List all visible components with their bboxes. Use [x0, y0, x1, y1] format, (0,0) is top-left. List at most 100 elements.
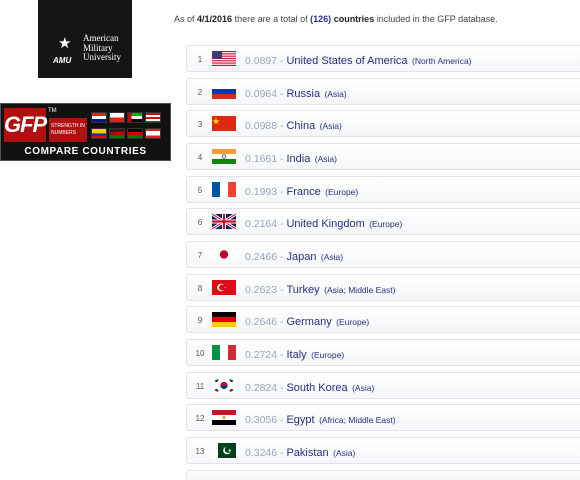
region-link[interactable]: (Europe): [311, 350, 344, 360]
gfp-tagline: STRENGTH IN NUMBERS: [49, 118, 87, 142]
star-icon: ★: [58, 35, 72, 52]
ranking-text: 0.0988 - China (Asia): [245, 111, 342, 140]
ranking-text: 0.1661 - India (Asia): [245, 144, 337, 173]
ranking-row[interactable]: 3 0.0988 - China (Asia): [186, 110, 580, 140]
summary-middle: there are a total of: [234, 14, 308, 24]
gfp-compare-countries-banner[interactable]: GFP TM STRENGTH IN NUMBERS COMPARE COUNT…: [0, 103, 171, 161]
region-link[interactable]: (Asia): [333, 448, 355, 458]
ranking-row[interactable]: 13 0.3246 - Pakistan (Asia): [186, 436, 580, 467]
summary-countries-word: countries: [333, 14, 375, 24]
region-link[interactable]: (North America): [412, 56, 472, 66]
country-link[interactable]: Japan: [286, 251, 316, 263]
gfp-banner-text: COMPARE COUNTRIES: [24, 146, 147, 157]
country-ranking-list: 1 0.0897 - United States of America (Nort…: [186, 45, 580, 480]
country-link[interactable]: Egypt: [286, 414, 314, 426]
region-link[interactable]: (Asia; Middle East): [324, 285, 395, 295]
region-link[interactable]: (Asia): [352, 383, 374, 393]
ranking-row[interactable]: 12 0.3056 - Egypt (Africa; Middle East): [186, 404, 580, 434]
flag-germany-icon: [212, 312, 236, 328]
rank-number: 5: [197, 185, 203, 195]
ranking-text: 0.3056 - Egypt (Africa; Middle East): [245, 405, 396, 434]
ranking-row[interactable]: 8 0.2623 - Turkey (Asia; Middle East): [186, 273, 580, 304]
ranking-text: 0.2623 - Turkey (Asia; Middle East): [245, 275, 395, 304]
rank-number: 12: [195, 414, 205, 424]
ranking-text: 0.1993 - France (Europe): [245, 177, 358, 206]
flag-japan-icon: [212, 246, 236, 262]
rank-number: 9: [197, 316, 203, 326]
ranking-row[interactable]: 1 0.0897 - United States of America (Nort…: [186, 45, 580, 72]
summary-count: (126): [310, 14, 332, 24]
region-link[interactable]: (Europe): [336, 317, 369, 327]
region-link[interactable]: (Asia): [325, 89, 347, 99]
rank-number: 7: [197, 250, 203, 260]
ranking-row[interactable]: 7 0.2466 - Japan (Asia): [186, 240, 580, 271]
flag-uk-icon: [212, 214, 236, 230]
rank-number: 2: [197, 87, 203, 97]
gfp-tagline-line: NUMBERS: [51, 130, 77, 136]
ranking-text: 0.2164 - United Kingdom (Europe): [245, 209, 402, 238]
flag-south-korea-icon: [212, 377, 236, 393]
ranking-row[interactable]: 10 0.2724 - Italy (Europe): [186, 338, 580, 366]
mini-flag-icon: [145, 128, 161, 139]
flag-turkey-icon: [212, 279, 236, 295]
ranking-text: 0.2466 - Japan (Asia): [245, 242, 343, 271]
mini-flag-icon: [145, 112, 161, 123]
ranking-row[interactable]: 4 0.1661 - India (Asia): [186, 142, 580, 173]
power-index-score: 0.2724: [245, 348, 278, 361]
ranking-row[interactable]: 5 0.1993 - France (Europe): [186, 175, 580, 206]
region-link[interactable]: (Europe): [325, 187, 358, 197]
amu-ad-banner[interactable]: ★ American Military University AMU: [38, 0, 132, 78]
flag-india-icon: [212, 148, 236, 164]
summary-prefix: As of: [174, 14, 195, 24]
ranking-row[interactable]: 2 0.0964 - Russia (Asia): [186, 77, 580, 108]
power-index-score: 0.2646: [245, 316, 278, 329]
country-link[interactable]: Germany: [286, 316, 331, 328]
mini-flag-icon: [109, 112, 125, 123]
country-link[interactable]: China: [286, 120, 315, 132]
mini-flag-icon: [91, 112, 107, 123]
rank-number: 3: [197, 120, 203, 130]
flag-russia-icon: [212, 83, 236, 99]
power-index-score: 0.3056: [245, 414, 278, 427]
region-link[interactable]: (Asia): [320, 121, 342, 131]
summary-date: 4/1/2016: [197, 14, 233, 24]
mini-flag-icon: [127, 128, 143, 139]
region-link[interactable]: (Europe): [369, 219, 402, 229]
power-index-score: 0.3246: [245, 446, 278, 459]
ranking-text: 0.0897 - United States of America (North…: [245, 46, 472, 75]
country-link[interactable]: Turkey: [286, 284, 319, 296]
ranking-text: 0.0964 - Russia (Asia): [245, 79, 347, 108]
ranking-row-partial: [186, 469, 580, 480]
region-link[interactable]: (Asia): [315, 154, 337, 164]
country-link[interactable]: France: [286, 186, 320, 198]
rank-number: 11: [195, 381, 205, 391]
gfp-tagline-line: STRENGTH IN: [51, 123, 85, 129]
country-link[interactable]: India: [286, 153, 310, 165]
mini-flag-icon: [127, 112, 143, 123]
rank-number: 13: [195, 446, 205, 456]
ranking-text: 0.3246 - Pakistan (Asia): [245, 438, 355, 467]
rank-number: 6: [197, 218, 203, 228]
country-link[interactable]: United Kingdom: [286, 218, 364, 230]
ranking-row[interactable]: 11 0.2824 - South Korea (Asia): [186, 371, 580, 399]
country-link[interactable]: Italy: [286, 349, 306, 361]
power-index-score: 0.0897: [245, 55, 278, 67]
country-link[interactable]: Russia: [286, 88, 320, 100]
flag-italy-icon: [212, 344, 236, 360]
flag-egypt-icon: [212, 410, 236, 426]
region-link[interactable]: (Asia): [321, 252, 343, 262]
power-index-score: 0.2164: [245, 218, 278, 231]
country-link[interactable]: Pakistan: [286, 447, 328, 459]
amu-acronym: AMU: [53, 56, 72, 65]
rank-number: 4: [197, 152, 203, 162]
country-link[interactable]: United States of America: [286, 55, 407, 67]
amu-name: American Military University: [83, 33, 121, 63]
power-index-score: 0.0988: [245, 120, 278, 133]
rank-number: 8: [197, 283, 203, 293]
ranking-row[interactable]: 9 0.2646 - Germany (Europe): [186, 306, 580, 334]
region-link[interactable]: (Africa; Middle East): [319, 415, 396, 425]
rank-number: 10: [195, 348, 205, 358]
ranking-row[interactable]: 6 0.2164 - United Kingdom (Europe): [186, 208, 580, 238]
country-link[interactable]: South Korea: [286, 382, 347, 394]
rank-number: 1: [197, 55, 203, 64]
